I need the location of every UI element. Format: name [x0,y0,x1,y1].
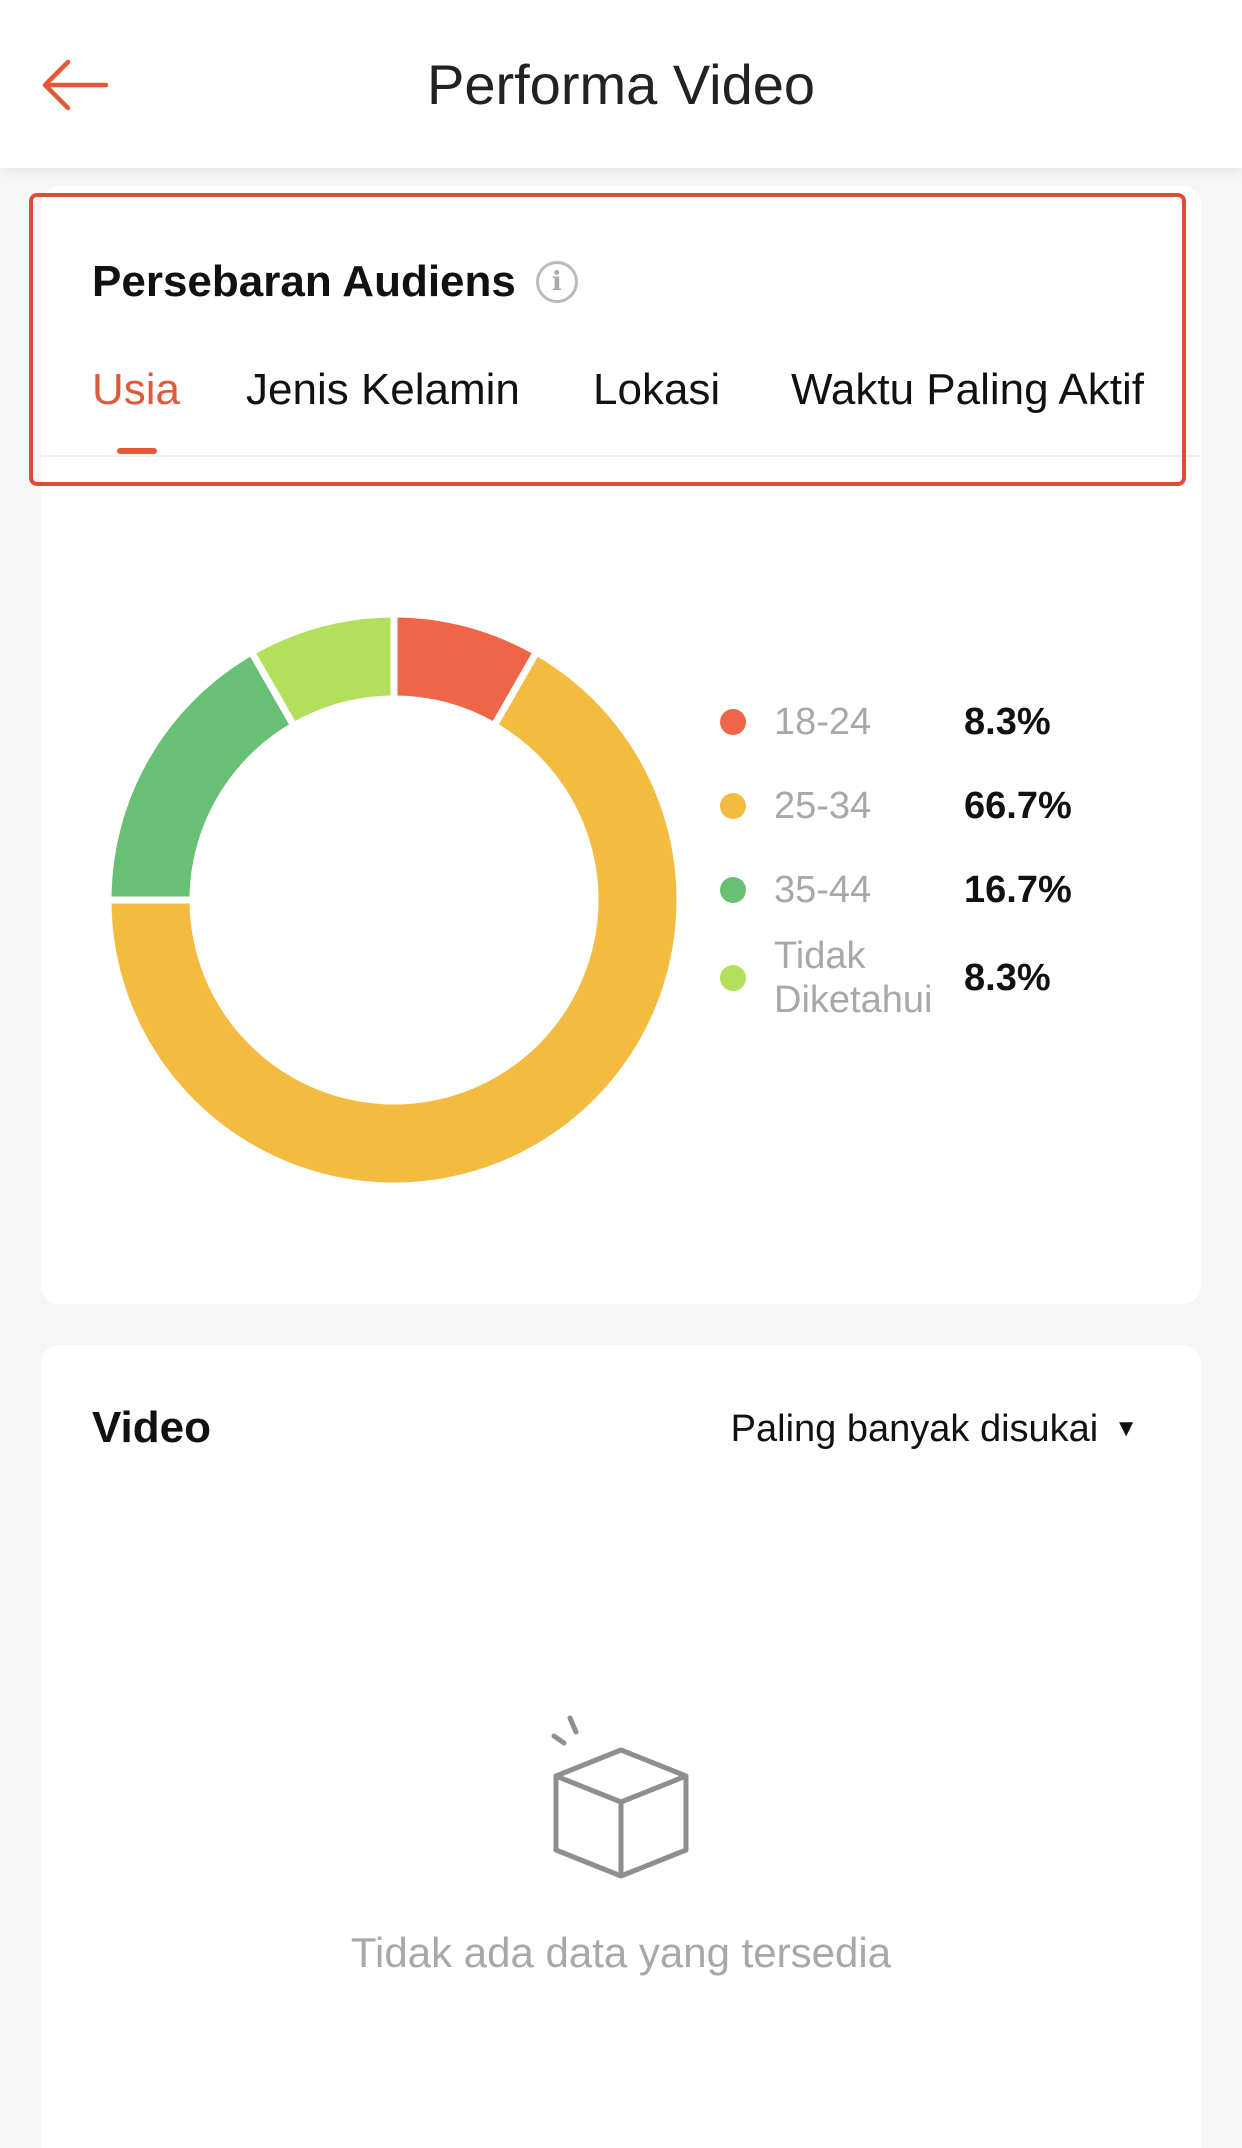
legend-value: 8.3% [964,957,1051,999]
tab-jenis-kelamin[interactable]: Jenis Kelamin [246,364,520,416]
tab-usia[interactable]: Usia [92,364,180,416]
top-app-bar: Performa Video [0,0,1242,168]
legend-value: 16.7% [964,869,1072,911]
legend-label: Tidak Diketahui [774,935,933,1021]
caret-down-icon: ▼ [1114,1415,1138,1442]
legend-label: 18-24 [774,701,872,743]
app-screen: Performa Video Persebaran Audiens i Usia… [0,0,1242,2148]
empty-box-icon [551,1715,689,1879]
empty-state-text: Tidak ada data yang tersedia [350,1929,892,1976]
active-tab-indicator [117,448,157,454]
legend-item: 18-24 8.3% [720,700,1160,744]
donut-slice-35-44 [104,647,299,904]
legend-label: 35-44 [774,869,872,911]
legend-value: 8.3% [964,701,1051,743]
audience-tabs: Usia Jenis Kelamin Lokasi Waktu Paling A… [41,356,1148,456]
legend-value: 66.7% [964,785,1072,827]
legend-item: 25-34 66.7% [720,784,1160,828]
age-donut-chart [104,610,684,1190]
legend-item: 35-44 16.7% [720,868,1160,912]
legend-dot [720,965,746,991]
audience-title: Persebaran Audiens [92,257,516,306]
legend-dot [720,877,746,903]
video-section-title: Video [92,1403,212,1452]
info-icon[interactable]: i [535,261,578,303]
legend-label: 25-34 [774,785,872,827]
legend-dot [720,793,746,819]
sort-dropdown[interactable]: Paling banyak disukai ▼ [731,1404,1138,1454]
sort-label: Paling banyak disukai [730,1408,1099,1450]
tab-waktu-paling-aktif[interactable]: Waktu Paling Aktif [791,364,1144,416]
legend-item: Tidak Diketahui 8.3% [720,934,1160,1022]
tab-lokasi[interactable]: Lokasi [593,364,720,416]
audience-section-header: Persebaran Audiens i [92,256,578,308]
page-title: Performa Video [426,53,816,116]
legend-dot [720,709,746,735]
